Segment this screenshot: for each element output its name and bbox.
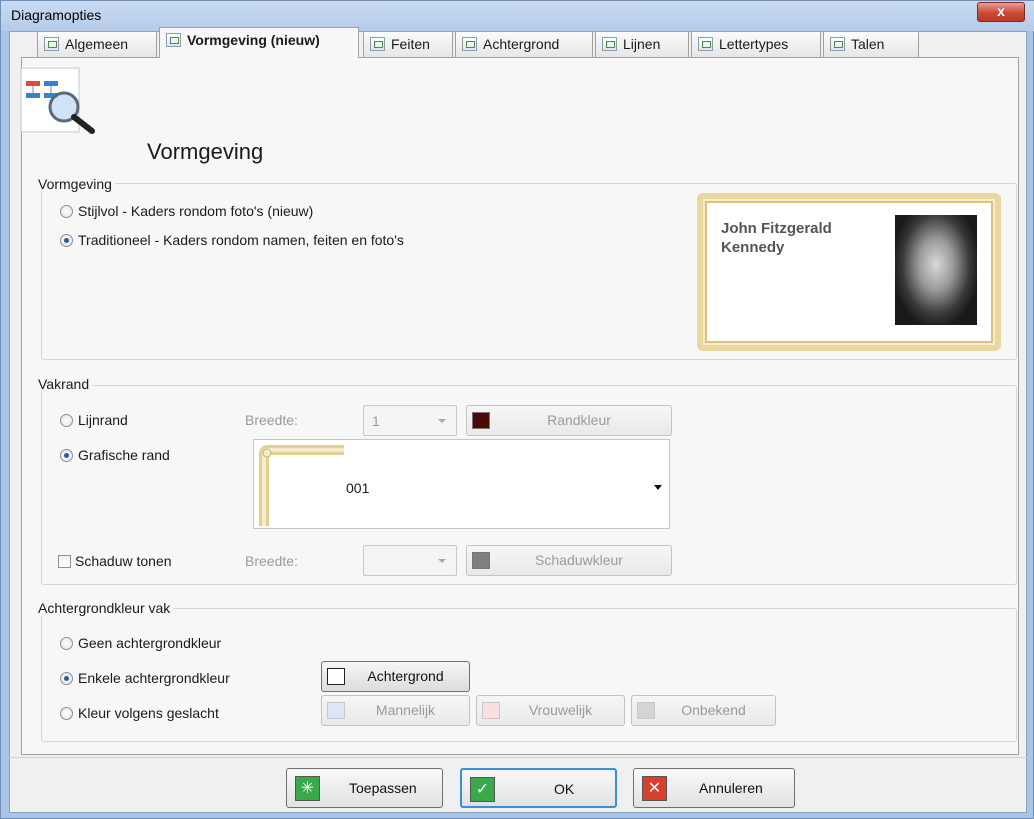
button-label: Toepassen	[349, 780, 417, 796]
radio-label: Geen achtergrondkleur	[78, 635, 222, 651]
mannelijk-button[interactable]: Mannelijk	[321, 695, 470, 726]
chevron-down-icon	[438, 559, 446, 563]
radio-indicator	[60, 449, 73, 462]
radio-indicator	[60, 414, 73, 427]
radio-label: Grafische rand	[78, 447, 170, 463]
tab-label: Talen	[851, 36, 885, 52]
radio-grafische-rand[interactable]: Grafische rand	[60, 447, 170, 463]
languages-icon	[830, 37, 845, 51]
font-icon	[698, 37, 713, 51]
facts-icon	[370, 37, 385, 51]
close-icon: ✕	[642, 776, 667, 801]
button-label: Annuleren	[699, 780, 763, 796]
radio-enkele-achtergrondkleur[interactable]: Enkele achtergrondkleur	[60, 670, 230, 686]
layout-preview-icon	[166, 33, 181, 47]
radio-stijlvol[interactable]: Stijlvol - Kaders rondom foto's (nieuw)	[60, 203, 313, 219]
border-sample-thumbnail	[259, 445, 344, 526]
chevron-down-icon	[438, 419, 446, 423]
checkbox-label: Schaduw tonen	[75, 553, 172, 569]
checkbox-indicator	[58, 555, 71, 568]
radio-label: Lijnrand	[78, 412, 128, 428]
tab-label: Lijnen	[623, 36, 661, 52]
tab-achtergrond[interactable]: Achtergrond	[455, 31, 593, 57]
button-label: OK	[554, 781, 575, 797]
section-title: Vormgeving	[147, 139, 264, 164]
radio-label: Stijlvol - Kaders rondom foto's (nieuw)	[78, 203, 314, 219]
tab-label: Feiten	[391, 36, 430, 52]
mannelijk-swatch	[327, 702, 345, 719]
radio-indicator	[60, 707, 73, 720]
achtergrondkleur-group-label: Achtergrondkleur vak	[35, 600, 174, 616]
grafische-rand-select[interactable]: 001	[253, 439, 670, 529]
achtergrond-swatch	[327, 668, 345, 685]
chart-magnifier-icon	[20, 67, 95, 134]
vormgeving-group-label: Vormgeving	[35, 176, 115, 192]
cancel-button[interactable]: ✕ Annuleren	[633, 768, 795, 808]
button-label: Schaduwkleur	[535, 552, 623, 568]
radio-indicator	[60, 637, 73, 650]
vakrand-group-label: Vakrand	[35, 376, 93, 392]
schaduw-breedte-select[interactable]	[363, 545, 457, 576]
apply-button[interactable]: ✳ Toepassen	[286, 768, 443, 808]
tab-vormgeving[interactable]: Vormgeving (nieuw)	[159, 27, 359, 58]
tab-algemeen[interactable]: Algemeen	[37, 31, 157, 57]
schaduw-breedte-label: Breedte:	[245, 553, 298, 569]
tab-label: Achtergrond	[483, 36, 560, 52]
tab-label: Lettertypes	[719, 36, 789, 52]
ok-button[interactable]: ✓ OK	[460, 768, 617, 808]
tab-label: Algemeen	[65, 36, 129, 52]
tab-label: Vormgeving (nieuw)	[187, 32, 320, 48]
radio-kleur-geslacht[interactable]: Kleur volgens geslacht	[60, 705, 219, 721]
schaduwkleur-button[interactable]: Schaduwkleur	[466, 545, 672, 576]
title-bar: Diagramopties x	[1, 1, 1034, 31]
radio-indicator	[60, 234, 73, 247]
chevron-down-icon	[654, 485, 662, 490]
window-title: Diagramopties	[11, 7, 102, 23]
checkmark-icon: ✓	[470, 777, 495, 802]
schaduwkleur-swatch	[472, 552, 490, 569]
close-button[interactable]: x	[977, 2, 1025, 22]
tab-lijnen[interactable]: Lijnen	[595, 31, 689, 57]
randkleur-swatch	[472, 412, 490, 429]
radio-indicator	[60, 205, 73, 218]
radio-traditioneel[interactable]: Traditioneel - Kaders rondom namen, feit…	[60, 232, 404, 248]
vrouwelijk-swatch	[482, 702, 500, 719]
achtergrond-button[interactable]: Achtergrond	[321, 661, 470, 692]
onbekend-button[interactable]: Onbekend	[631, 695, 776, 726]
button-label: Randkleur	[547, 412, 611, 428]
breedte-value: 1	[372, 413, 380, 429]
grafische-rand-value: 001	[346, 480, 370, 496]
preview-person-photo	[895, 215, 977, 325]
preview-person-name: John Fitzgerald Kennedy	[721, 220, 832, 256]
radio-geen-achtergrondkleur[interactable]: Geen achtergrondkleur	[60, 635, 221, 651]
general-settings-icon	[44, 37, 59, 51]
tab-talen[interactable]: Talen	[823, 31, 919, 57]
radio-label: Enkele achtergrondkleur	[78, 670, 230, 686]
radio-lijnrand[interactable]: Lijnrand	[60, 412, 128, 428]
radio-label: Traditioneel - Kaders rondom namen, feit…	[78, 232, 404, 248]
schaduw-checkbox[interactable]: Schaduw tonen	[58, 553, 172, 569]
randkleur-button[interactable]: Randkleur	[466, 405, 672, 436]
footer-divider	[9, 757, 1027, 758]
vrouwelijk-button[interactable]: Vrouwelijk	[476, 695, 625, 726]
background-icon	[462, 37, 477, 51]
layout-preview: John Fitzgerald Kennedy	[697, 193, 1001, 351]
onbekend-swatch	[637, 702, 655, 719]
radio-label: Kleur volgens geslacht	[78, 705, 219, 721]
breedte-select[interactable]: 1	[363, 405, 457, 436]
tab-lettertypes[interactable]: Lettertypes	[691, 31, 821, 57]
apply-icon: ✳	[295, 776, 320, 801]
lines-icon	[602, 37, 617, 51]
tab-feiten[interactable]: Feiten	[363, 31, 453, 57]
radio-indicator	[60, 672, 73, 685]
breedte-label: Breedte:	[245, 412, 298, 428]
dialog-window: Diagramopties x Algemeen Vormgeving (nie…	[0, 0, 1034, 819]
